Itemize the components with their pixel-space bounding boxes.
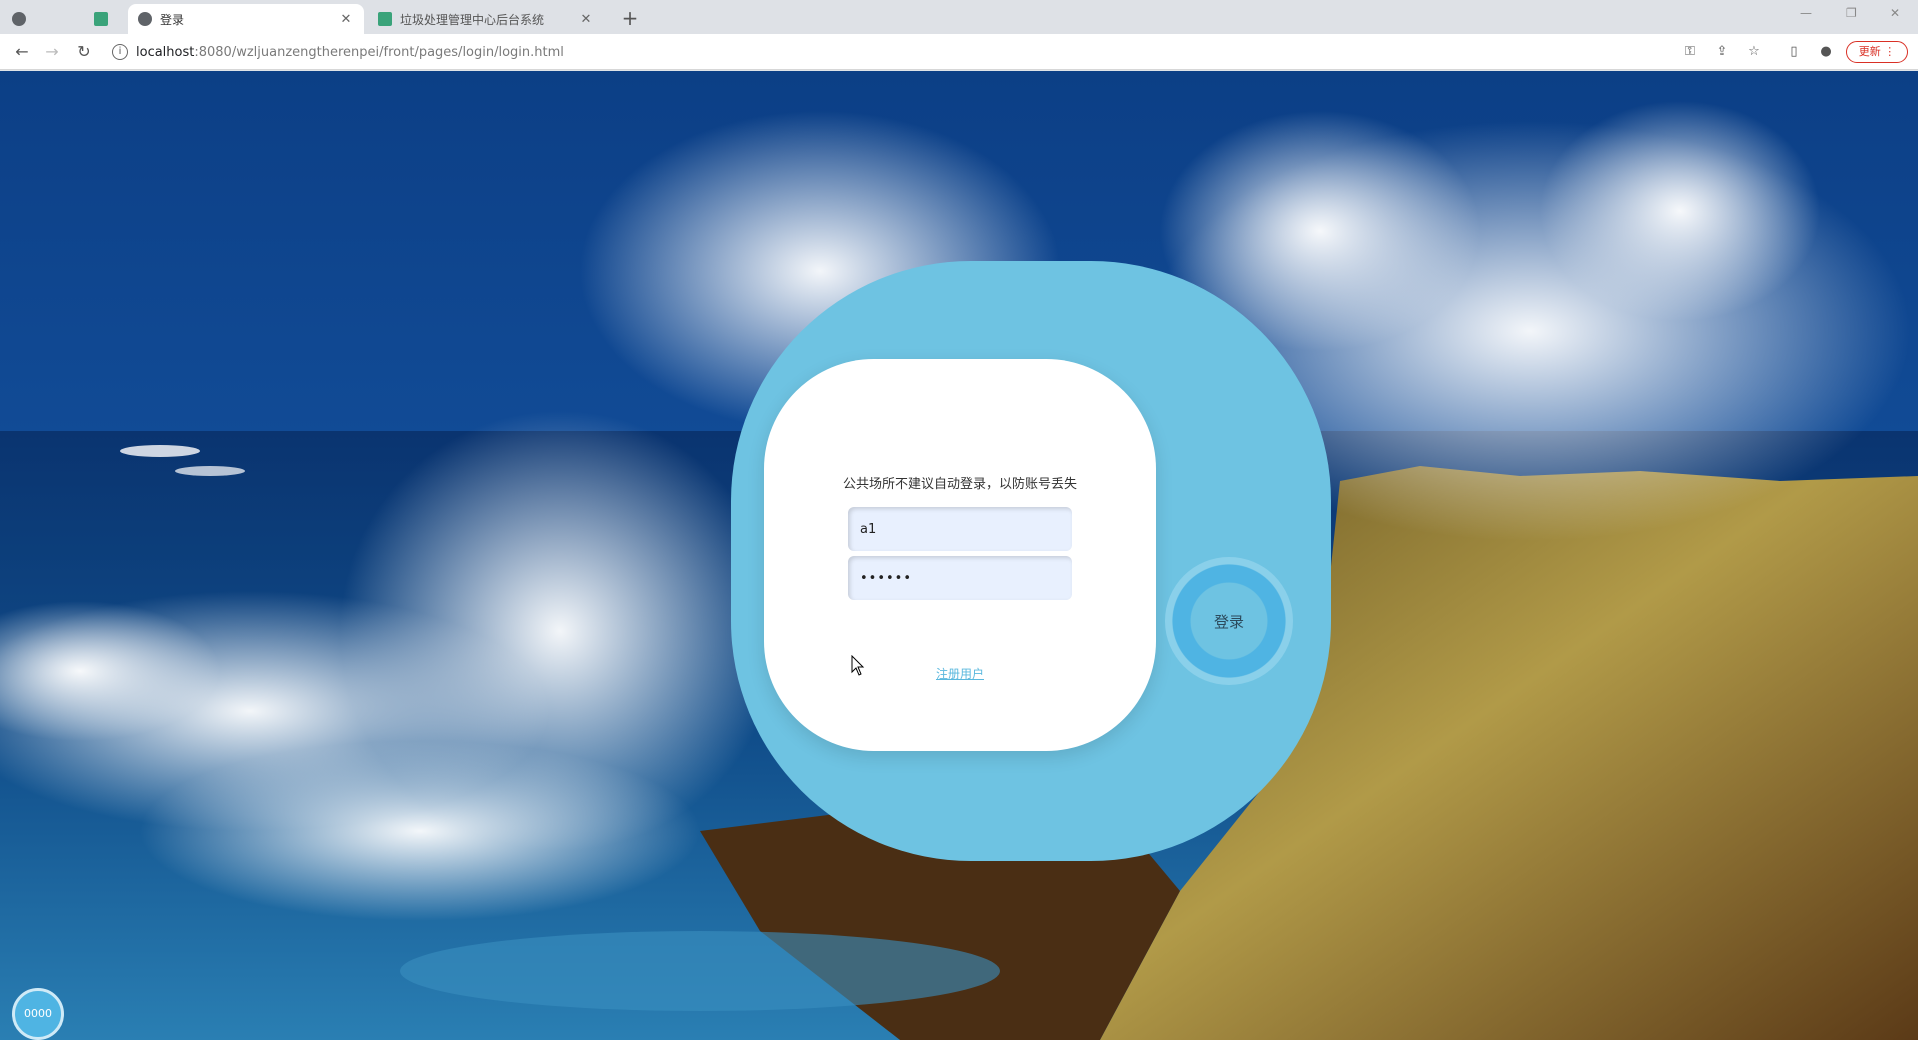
login-button[interactable]: 登录 <box>1165 557 1293 685</box>
login-card: 公共场所不建议自动登录，以防账号丢失 注册用户 <box>764 359 1156 751</box>
login-button-label: 登录 <box>1213 612 1244 631</box>
close-window-icon[interactable]: ✕ <box>1890 6 1900 20</box>
mouse-cursor-icon <box>851 655 865 676</box>
back-icon[interactable]: ← <box>10 40 34 64</box>
password-input[interactable] <box>848 556 1072 600</box>
tab-title: 登录 <box>160 12 185 27</box>
close-icon[interactable]: ✕ <box>578 12 594 27</box>
tab-title: 垃圾处理管理中心后台系统 <box>400 12 545 27</box>
globe-icon <box>12 12 26 26</box>
minimize-icon[interactable]: — <box>1800 6 1812 20</box>
share-icon[interactable]: ⇪ <box>1712 42 1732 62</box>
tab-admin[interactable]: 垃圾处理管理中心后台系统 ✕ <box>368 4 604 34</box>
profile-icon[interactable]: ● <box>1816 42 1836 62</box>
close-icon[interactable]: ✕ <box>338 12 354 27</box>
new-tab-button[interactable]: + <box>616 4 644 32</box>
globe-icon <box>138 12 152 26</box>
url-host: localhost <box>136 44 195 60</box>
address-bar[interactable]: i localhost:8080/wzljuanzengtherenpei/fr… <box>112 39 1672 65</box>
floating-button[interactable]: 0000 <box>12 988 64 1040</box>
tab-login[interactable]: 登录 ✕ <box>128 4 364 34</box>
register-link[interactable]: 注册用户 <box>764 665 1156 682</box>
info-icon[interactable]: i <box>112 44 128 60</box>
browser-tab-bar: 登录 ✕ 垃圾处理管理中心后台系统 ✕ + — ❐ ✕ <box>0 0 1918 34</box>
floating-button-label: 0000 <box>24 1007 52 1020</box>
maximize-icon[interactable]: ❐ <box>1846 6 1857 20</box>
reload-icon[interactable]: ↻ <box>72 40 96 64</box>
auto-login-notice: 公共场所不建议自动登录，以防账号丢失 <box>842 477 1077 492</box>
vue-icon <box>94 12 108 26</box>
bookmark-star-icon[interactable]: ☆ <box>1744 42 1764 62</box>
vue-icon <box>378 12 392 26</box>
page-content: 公共场所不建议自动登录，以防账号丢失 注册用户 登录 0000 <box>0 71 1918 1040</box>
update-button[interactable]: 更新 ⋮ <box>1846 41 1908 63</box>
tab-pinned-2[interactable] <box>94 4 122 34</box>
side-panel-icon[interactable]: ▯ <box>1784 42 1804 62</box>
forward-icon[interactable]: → <box>40 40 64 64</box>
key-icon[interactable]: ⚿ <box>1680 42 1700 62</box>
update-label: 更新 <box>1858 45 1881 58</box>
browser-toolbar: ← → ↻ i localhost:8080/wzljuanzengtheren… <box>0 34 1918 70</box>
username-input[interactable] <box>848 507 1072 551</box>
url-path: :8080/wzljuanzengtherenpei/front/pages/l… <box>194 44 564 60</box>
tab-pinned-1[interactable] <box>12 4 42 34</box>
